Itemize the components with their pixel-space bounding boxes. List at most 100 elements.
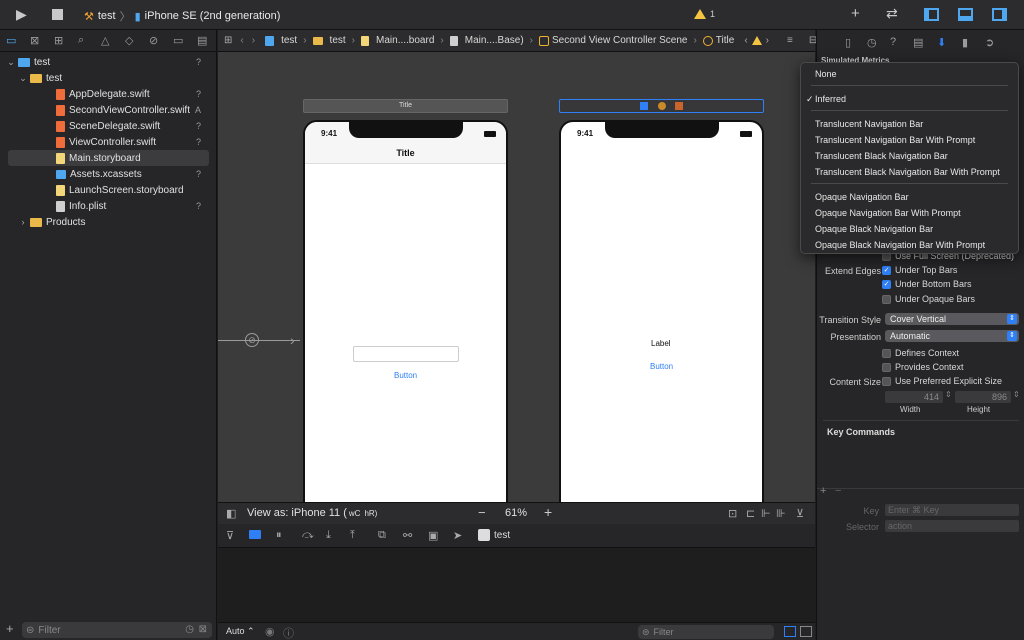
checkbox-checked[interactable]: ✓	[882, 279, 891, 289]
toggle-navigator-icon[interactable]	[924, 8, 939, 21]
navigator-filter-input[interactable]: ⊜ Filter ◷ ⊠	[22, 622, 212, 638]
scene2-header[interactable]	[559, 99, 764, 113]
breadcrumb-folder[interactable]: test	[312, 35, 346, 46]
prev-issue-icon[interactable]: ‹	[744, 35, 747, 46]
update-frames-icon[interactable]: ⊡	[728, 507, 737, 520]
align-icon[interactable]: ⊩	[761, 507, 771, 520]
width-stepper-icon[interactable]: ⇕	[945, 390, 952, 399]
report-icon[interactable]: ▤	[197, 34, 207, 47]
view-debugger-icon[interactable]: ⧉	[378, 529, 386, 542]
controller-icon[interactable]	[639, 102, 648, 110]
exit-icon[interactable]	[675, 102, 684, 110]
checkbox[interactable]	[882, 376, 891, 386]
disclosure-closed-icon[interactable]: ›	[18, 217, 28, 227]
step-out-icon[interactable]: ⤒	[350, 529, 355, 542]
scene1-header[interactable]: Title	[303, 99, 508, 113]
disclosure-open-icon[interactable]: ⌄	[18, 73, 28, 84]
test-icon[interactable]: ◇	[125, 34, 133, 47]
toggle-inspector-icon[interactable]	[992, 8, 1007, 21]
list-item[interactable]: AppDelegate.swift ?	[0, 86, 217, 102]
stop-icon[interactable]	[52, 9, 63, 20]
size-icon[interactable]: ▮	[962, 36, 968, 49]
forward-icon[interactable]: ›	[252, 35, 255, 46]
eye-icon[interactable]: ◉	[265, 625, 275, 638]
debug-console[interactable]: Auto ⌃ ◉ ⓘ ⊜ Filter	[218, 548, 815, 640]
under-bottom-bars-checkbox[interactable]: ✓ Under Bottom Bars	[882, 279, 972, 289]
checkbox[interactable]	[882, 362, 891, 372]
height-stepper-icon[interactable]: ⇕	[1013, 390, 1020, 399]
add-key-icon[interactable]: +	[820, 485, 826, 497]
disclosure-open-icon[interactable]: ⌄	[6, 57, 16, 68]
split-left-icon[interactable]	[784, 626, 796, 637]
back-icon[interactable]: ‹	[240, 35, 243, 46]
source-control-icon[interactable]: ⊠	[30, 34, 39, 47]
segue-icon[interactable]: ⊘	[245, 333, 259, 347]
connections-icon[interactable]: ➲	[985, 36, 994, 49]
list-item[interactable]: SecondViewController.swift A	[0, 102, 217, 118]
breadcrumb-scene[interactable]: Second View Controller Scene	[539, 35, 687, 46]
breakpoints-icon[interactable]	[249, 530, 261, 539]
list-item[interactable]: ⌄ test	[0, 70, 217, 86]
first-responder-icon[interactable]	[657, 102, 666, 110]
warning-icon[interactable]	[751, 36, 762, 45]
attributes-icon[interactable]: ⬇	[937, 36, 946, 49]
menu-item-opaque-black-prompt[interactable]: Opaque Black Navigation Bar With Prompt	[801, 237, 1018, 253]
breadcrumb-project[interactable]: test	[265, 35, 297, 46]
provides-context-checkbox[interactable]: Provides Context	[882, 362, 964, 372]
checkbox[interactable]	[882, 348, 891, 358]
presentation-select[interactable]: Automatic ⇕	[885, 330, 1019, 342]
split-right-icon[interactable]	[800, 626, 812, 637]
history-icon[interactable]: ◷	[867, 36, 877, 49]
list-item[interactable]: › Products	[0, 214, 217, 230]
checkbox-checked[interactable]: ✓	[882, 265, 891, 275]
under-top-bars-checkbox[interactable]: ✓ Under Top Bars	[882, 265, 957, 275]
menu-item-translucent-black-prompt[interactable]: Translucent Black Navigation Bar With Pr…	[801, 164, 1018, 180]
list-item[interactable]: ⌄ test ?	[0, 54, 217, 70]
storyboard-canvas[interactable]: › ⊘ Title Title 9:41 Button 9:41 Label B…	[218, 52, 815, 502]
menu-item-translucent-black[interactable]: Translucent Black Navigation Bar	[801, 148, 1018, 164]
memory-graph-icon[interactable]: ⚯	[403, 529, 412, 542]
step-over-icon[interactable]: ⤼	[302, 529, 314, 542]
zoom-out-icon[interactable]: −	[478, 505, 486, 520]
issue-icon[interactable]: △	[101, 34, 109, 47]
hide-debug-icon[interactable]: ⊽	[226, 529, 234, 542]
resolve-icon[interactable]: ⊻	[796, 507, 804, 520]
menu-item-translucent[interactable]: Translucent Navigation Bar	[801, 116, 1018, 132]
list-item-selected[interactable]: Main.storyboard	[8, 150, 209, 166]
recent-icon[interactable]: ◷	[185, 624, 194, 635]
variables-scope-select[interactable]: Auto ⌃	[226, 626, 255, 637]
width-field[interactable]: 414	[885, 391, 943, 403]
menu-item-opaque[interactable]: Opaque Navigation Bar	[801, 189, 1018, 205]
menu-item-none[interactable]: None	[801, 66, 1018, 82]
add-icon[interactable]: +	[851, 5, 860, 22]
location-icon[interactable]: ➤	[453, 529, 462, 542]
menu-item-opaque-prompt[interactable]: Opaque Navigation Bar With Prompt	[801, 205, 1018, 221]
view-as-button[interactable]: View as: iPhone 11 ( wC hR)	[247, 507, 377, 519]
pin-icon[interactable]: ⊪	[776, 507, 786, 520]
list-item[interactable]: LaunchScreen.storyboard	[0, 182, 217, 198]
step-in-icon[interactable]: ⤓	[326, 529, 331, 542]
under-opaque-bars-checkbox[interactable]: Under Opaque Bars	[882, 294, 975, 304]
use-preferred-size-checkbox[interactable]: Use Preferred Explicit Size	[882, 376, 1002, 386]
list-item[interactable]: Info.plist ?	[0, 198, 217, 214]
folder-tab-icon[interactable]: ▭	[6, 34, 16, 47]
list-item[interactable]: Assets.xcassets ?	[0, 166, 217, 182]
list-item[interactable]: SceneDelegate.swift ?	[0, 118, 217, 134]
process-selector[interactable]: test	[478, 529, 510, 541]
info-icon[interactable]: ⓘ	[283, 625, 294, 640]
console-filter-input[interactable]: ⊜ Filter	[638, 625, 774, 639]
add-file-icon[interactable]: +	[6, 621, 14, 636]
transition-style-select[interactable]: Cover Vertical ⇕	[885, 313, 1019, 325]
scene1-phone[interactable]: Title 9:41 Button	[303, 120, 508, 502]
checkbox[interactable]	[882, 294, 891, 304]
search-icon[interactable]: ⌕	[78, 34, 84, 47]
pause-icon[interactable]: ⏸	[276, 529, 282, 542]
grid-icon[interactable]: ⊞	[224, 35, 232, 46]
debug-icon[interactable]: ⊘	[149, 34, 158, 47]
run-icon[interactable]: ▶	[16, 6, 27, 23]
defines-context-checkbox[interactable]: Defines Context	[882, 348, 959, 358]
height-field[interactable]: 896	[955, 391, 1011, 403]
environment-icon[interactable]: ▣	[428, 529, 438, 542]
swap-icon[interactable]: ⇄	[886, 5, 898, 22]
file-inspector-icon[interactable]: ▯	[845, 36, 851, 49]
